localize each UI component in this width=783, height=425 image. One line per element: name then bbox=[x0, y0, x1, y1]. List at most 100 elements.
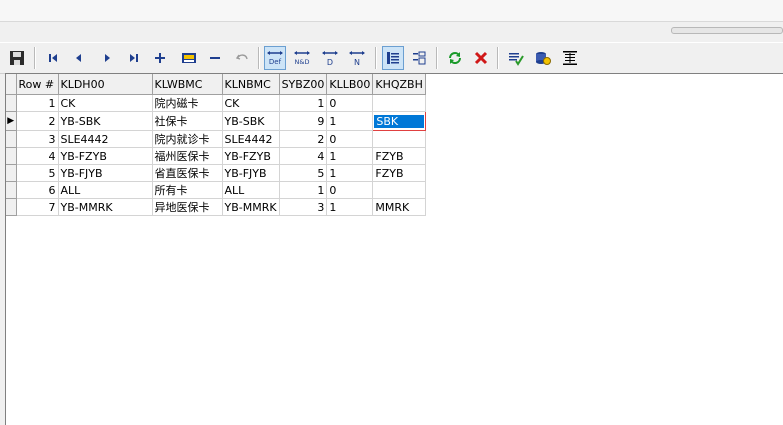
fit-columns-button[interactable] bbox=[559, 46, 581, 70]
last-record-button[interactable] bbox=[123, 46, 145, 70]
klnbmc-cell[interactable]: YB-FJYB bbox=[222, 164, 280, 182]
klwbmc-cell[interactable]: 省直医保卡 bbox=[152, 164, 223, 182]
row-indicator[interactable] bbox=[6, 198, 17, 216]
khqzbh-cell-selected[interactable]: SBK bbox=[372, 111, 426, 131]
row-indicator[interactable] bbox=[6, 164, 17, 182]
first-record-button[interactable] bbox=[42, 46, 64, 70]
table-row[interactable]: 6 ALL 所有卡 ALL 1 0 bbox=[6, 181, 426, 199]
prior-record-icon bbox=[76, 54, 81, 62]
kldh00-cell[interactable]: YB-MMRK bbox=[58, 198, 153, 216]
sybz00-cell[interactable]: 1 bbox=[279, 94, 328, 112]
insert-record-button[interactable] bbox=[149, 46, 171, 70]
klwbmc-cell[interactable]: 异地医保卡 bbox=[152, 198, 223, 216]
row-indicator[interactable] bbox=[6, 130, 17, 148]
sybz00-cell[interactable]: 9 bbox=[279, 111, 328, 131]
sybz00-cell[interactable]: 5 bbox=[279, 164, 328, 182]
kllb00-cell[interactable]: 0 bbox=[326, 181, 374, 199]
kllb00-cell[interactable]: 1 bbox=[326, 164, 374, 182]
table-row[interactable]: 7 YB-MMRK 异地医保卡 YB-MMRK 3 1 MMRK bbox=[6, 198, 426, 216]
khqzbh-cell[interactable]: FZYB bbox=[372, 164, 426, 182]
row-number-cell: 5 bbox=[16, 164, 59, 182]
khqzbh-cell[interactable]: MMRK bbox=[372, 198, 426, 216]
kllb00-cell[interactable]: 0 bbox=[326, 130, 374, 148]
cancel-icon bbox=[474, 51, 488, 65]
column-header-klwbmc[interactable]: KLWBMC bbox=[152, 74, 223, 95]
sybz00-cell[interactable]: 2 bbox=[279, 130, 328, 148]
klnbmc-cell[interactable]: YB-SBK bbox=[222, 111, 280, 131]
khqzbh-cell[interactable] bbox=[372, 94, 426, 112]
top-area bbox=[0, 0, 783, 40]
kldh00-cell[interactable]: YB-SBK bbox=[58, 111, 153, 131]
current-row-indicator-icon[interactable]: ▶ bbox=[6, 111, 17, 131]
row-indicator[interactable] bbox=[6, 147, 17, 165]
selected-cell-value[interactable]: SBK bbox=[374, 114, 424, 128]
column-header-klnbmc[interactable]: KLNBMC bbox=[222, 74, 280, 95]
svg-text:N: N bbox=[354, 58, 360, 67]
form-view-button[interactable] bbox=[408, 46, 430, 70]
table-row[interactable]: 1 CK 院内磁卡 CK 1 0 bbox=[6, 94, 426, 112]
klnbmc-cell[interactable]: ALL bbox=[222, 181, 280, 199]
grid-view-button[interactable] bbox=[382, 46, 404, 70]
klwbmc-cell[interactable]: 院内磁卡 bbox=[152, 94, 223, 112]
kllb00-cell[interactable]: 1 bbox=[326, 198, 374, 216]
data-grid[interactable]: Row # KLDH00 KLWBMC KLNBMC SYBZ00 KLLB00… bbox=[5, 73, 783, 425]
column-header-khqzbh[interactable]: KHQZBH bbox=[372, 74, 426, 95]
column-header-kldh00[interactable]: KLDH00 bbox=[58, 74, 153, 95]
klwbmc-cell[interactable]: 社保卡 bbox=[152, 111, 223, 131]
table-row[interactable]: ▶ 2 YB-SBK 社保卡 YB-SBK 9 1 SBK bbox=[6, 111, 426, 131]
delete-record-icon bbox=[210, 57, 220, 59]
sybz00-cell[interactable]: 1 bbox=[279, 181, 328, 199]
default-mode-button[interactable]: Def bbox=[264, 46, 286, 70]
last-record-icon bbox=[130, 54, 138, 62]
table-row[interactable]: 3 SLE4442 院内就诊卡 SLE4442 2 0 bbox=[6, 130, 426, 148]
d-mode-button[interactable]: D bbox=[319, 46, 341, 70]
database-button[interactable] bbox=[532, 46, 554, 70]
sybz00-cell[interactable]: 3 bbox=[279, 198, 328, 216]
n-mode-button[interactable]: N bbox=[346, 46, 368, 70]
insert-record-icon bbox=[155, 53, 165, 63]
next-record-button[interactable] bbox=[96, 46, 118, 70]
klnbmc-cell[interactable]: YB-FZYB bbox=[222, 147, 280, 165]
kldh00-cell[interactable]: ALL bbox=[58, 181, 153, 199]
check-list-icon bbox=[509, 53, 524, 66]
check-list-button[interactable] bbox=[505, 46, 527, 70]
kldh00-cell[interactable]: CK bbox=[58, 94, 153, 112]
delete-record-button[interactable] bbox=[204, 46, 226, 70]
klnbmc-cell[interactable]: SLE4442 bbox=[222, 130, 280, 148]
row-indicator[interactable] bbox=[6, 94, 17, 112]
column-header-kllb00[interactable]: KLLB00 bbox=[326, 74, 374, 95]
kllb00-cell[interactable]: 1 bbox=[326, 147, 374, 165]
sybz00-cell[interactable]: 4 bbox=[279, 147, 328, 165]
kllb00-cell[interactable]: 0 bbox=[326, 94, 374, 112]
khqzbh-cell[interactable]: FZYB bbox=[372, 147, 426, 165]
refresh-button[interactable] bbox=[444, 46, 466, 70]
khqzbh-cell[interactable] bbox=[372, 130, 426, 148]
row-number-cell: 4 bbox=[16, 147, 59, 165]
form-view-icon bbox=[413, 51, 426, 65]
kldh00-cell[interactable]: YB-FZYB bbox=[58, 147, 153, 165]
table-row[interactable]: 4 YB-FZYB 福州医保卡 YB-FZYB 4 1 FZYB bbox=[6, 147, 426, 165]
column-header-row-number[interactable]: Row # bbox=[16, 74, 59, 95]
save-icon bbox=[10, 51, 24, 65]
klwbmc-cell[interactable]: 福州医保卡 bbox=[152, 147, 223, 165]
klnbmc-cell[interactable]: YB-MMRK bbox=[222, 198, 280, 216]
edit-record-button[interactable] bbox=[178, 46, 200, 70]
cancel-button[interactable] bbox=[470, 46, 492, 70]
column-header-sybz00[interactable]: SYBZ00 bbox=[279, 74, 328, 95]
klwbmc-cell[interactable]: 所有卡 bbox=[152, 181, 223, 199]
kldh00-cell[interactable]: SLE4442 bbox=[58, 130, 153, 148]
first-record-icon bbox=[49, 54, 57, 62]
kllb00-cell[interactable]: 1 bbox=[326, 111, 374, 131]
klnbmc-cell[interactable]: CK bbox=[222, 94, 280, 112]
undo-icon bbox=[235, 54, 248, 60]
klwbmc-cell[interactable]: 院内就诊卡 bbox=[152, 130, 223, 148]
kldh00-cell[interactable]: YB-FJYB bbox=[58, 164, 153, 182]
row-indicator[interactable] bbox=[6, 181, 17, 199]
horizontal-scrollbar[interactable] bbox=[671, 27, 783, 34]
n-and-d-mode-button[interactable]: N&D bbox=[291, 46, 313, 70]
save-button[interactable] bbox=[6, 46, 28, 70]
undo-button[interactable] bbox=[231, 46, 253, 70]
khqzbh-cell[interactable] bbox=[372, 181, 426, 199]
prior-record-button[interactable] bbox=[68, 46, 90, 70]
table-row[interactable]: 5 YB-FJYB 省直医保卡 YB-FJYB 5 1 FZYB bbox=[6, 164, 426, 182]
